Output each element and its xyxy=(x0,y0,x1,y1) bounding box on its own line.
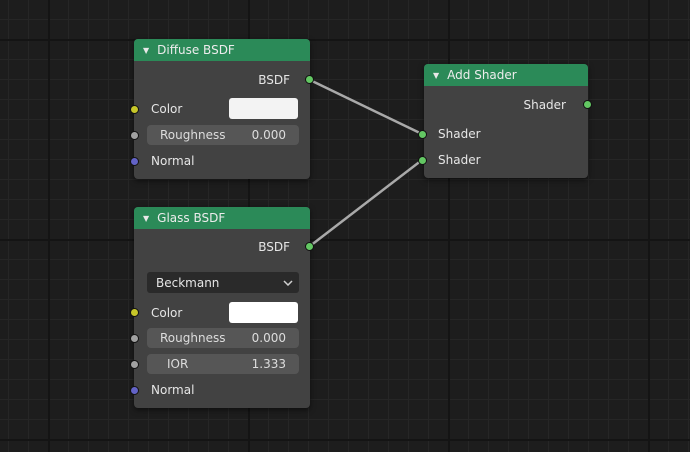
node-title: Glass BSDF xyxy=(157,211,226,225)
value-input-socket[interactable] xyxy=(130,334,139,343)
chevron-down-icon xyxy=(283,279,293,286)
color-label: Color xyxy=(151,102,183,116)
link-diffuse-to-add[interactable] xyxy=(309,78,423,136)
color-swatch[interactable] xyxy=(229,302,298,323)
color-input-socket[interactable] xyxy=(130,308,139,317)
input-label: Shader xyxy=(438,153,481,167)
bsdf-output: BSDF xyxy=(258,69,290,91)
roughness-value: 0.000 xyxy=(251,128,286,142)
color-swatch[interactable] xyxy=(229,98,298,119)
distribution-dropdown[interactable]: Beckmann xyxy=(147,272,299,293)
vector-input-socket[interactable] xyxy=(130,157,139,166)
output-label: Shader xyxy=(523,98,566,112)
normal-input: Normal xyxy=(151,379,194,401)
roughness-value: 0.000 xyxy=(251,331,286,345)
output-label: BSDF xyxy=(258,240,290,254)
collapse-triangle-icon[interactable]: ▼ xyxy=(143,214,149,223)
link-glass-to-add[interactable] xyxy=(309,159,423,247)
ior-label: IOR xyxy=(167,357,189,371)
shader-input-socket[interactable] xyxy=(418,130,427,139)
vector-input-socket[interactable] xyxy=(130,386,139,395)
ior-value: 1.333 xyxy=(251,357,286,371)
normal-label: Normal xyxy=(151,383,195,397)
node-header[interactable]: ▼ Add Shader xyxy=(424,64,588,86)
ior-field[interactable]: IOR 1.333 xyxy=(147,354,299,374)
normal-input: Normal xyxy=(151,150,194,172)
roughness-label: Roughness xyxy=(160,331,226,345)
node-header[interactable]: ▼ Glass BSDF xyxy=(134,207,310,229)
color-input: Color xyxy=(151,302,182,324)
shader-output-socket[interactable] xyxy=(583,100,592,109)
color-label: Color xyxy=(151,306,183,320)
value-input-socket[interactable] xyxy=(130,131,139,140)
shader-input-2: Shader xyxy=(438,149,481,171)
bsdf-output: BSDF xyxy=(258,236,290,258)
node-title: Add Shader xyxy=(447,68,517,82)
input-label: Shader xyxy=(438,127,481,141)
collapse-triangle-icon[interactable]: ▼ xyxy=(143,46,149,55)
shader-input-1: Shader xyxy=(438,123,481,145)
node-title: Diffuse BSDF xyxy=(157,43,235,57)
output-label: BSDF xyxy=(258,73,290,87)
glass-bsdf-node[interactable]: ▼ Glass BSDF BSDF Beckmann Color Roughne… xyxy=(134,207,310,408)
distribution-value: Beckmann xyxy=(156,275,220,290)
node-header[interactable]: ▼ Diffuse BSDF xyxy=(134,39,310,61)
shader-output: Shader xyxy=(523,94,566,116)
diffuse-bsdf-node[interactable]: ▼ Diffuse BSDF BSDF Color Roughness 0.00… xyxy=(134,39,310,179)
roughness-field[interactable]: Roughness 0.000 xyxy=(147,125,299,145)
color-input-socket[interactable] xyxy=(130,105,139,114)
shader-output-socket[interactable] xyxy=(305,242,314,251)
roughness-label: Roughness xyxy=(160,128,226,142)
collapse-triangle-icon[interactable]: ▼ xyxy=(433,71,439,80)
value-input-socket[interactable] xyxy=(130,360,139,369)
shader-output-socket[interactable] xyxy=(305,75,314,84)
normal-label: Normal xyxy=(151,154,195,168)
roughness-field[interactable]: Roughness 0.000 xyxy=(147,328,299,348)
shader-input-socket[interactable] xyxy=(418,156,427,165)
color-input: Color xyxy=(151,98,182,120)
add-shader-node[interactable]: ▼ Add Shader Shader Shader Shader xyxy=(424,64,588,178)
